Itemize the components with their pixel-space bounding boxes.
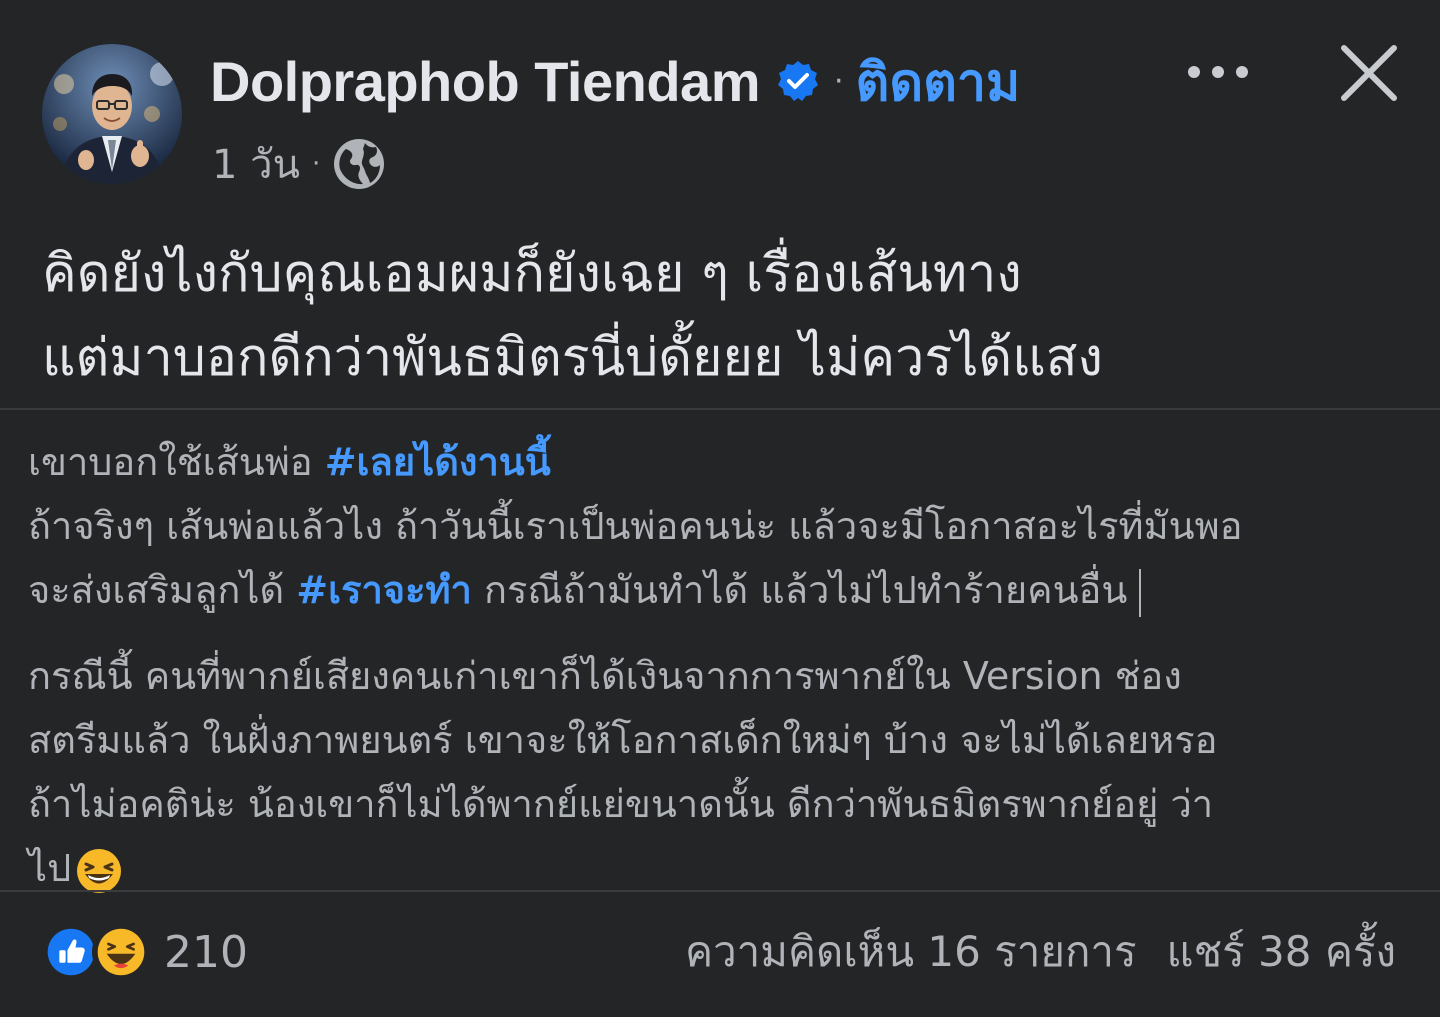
post-text-line: คิดยังไงกับคุณเอมผมก็ยังเฉย ๆ เรื่องเส้น… xyxy=(42,244,1022,304)
post-text-line: แต่มาบอกดีกว่าพันธมิตรนี่บ่ดั้ยยย ไม่ควร… xyxy=(42,328,1103,388)
post-footer: 210 ความคิดเห็น 16 รายการ แชร์ 38 ครั้ง xyxy=(0,896,1440,1017)
shared-text: กรณีถ้ามันทำได้ แล้วไม่ไปทำร้ายคนอื่น xyxy=(471,568,1128,612)
author-row: Dolpraphob Tiendam · ติดตาม xyxy=(210,46,1020,116)
separator-dot: · xyxy=(834,63,844,99)
shared-text: จะส่งเสริมลูกได้ xyxy=(28,568,297,612)
reaction-count: 210 xyxy=(164,926,248,978)
shares-count-link[interactable]: แชร์ 38 ครั้ง xyxy=(1167,919,1396,985)
follow-button[interactable]: ติดตาม xyxy=(856,40,1021,123)
haha-reaction-icon xyxy=(92,923,150,981)
comments-count-link[interactable]: ความคิดเห็น 16 รายการ xyxy=(685,919,1137,985)
laughing-emoji xyxy=(77,848,122,893)
reactions-summary[interactable]: 210 xyxy=(42,922,248,982)
author-name[interactable]: Dolpraphob Tiendam xyxy=(210,49,761,114)
shared-line: ถ้าไม่อคติน่ะ น้องเขาก็ไม่ได้พากย์แย่ขนา… xyxy=(28,782,1214,826)
shared-post-text: เขาบอกใช้เส้นพ่อ #เลยได้งานนี้ ถ้าจริงๆ … xyxy=(28,430,1428,900)
close-icon xyxy=(1341,45,1397,101)
more-dot-icon xyxy=(1236,66,1248,78)
shared-line: กรณีนี้ คนที่พากย์เสียงคนเก่าเขาก็ได้เงิ… xyxy=(28,654,1182,698)
close-button[interactable] xyxy=(1336,40,1402,106)
hashtag-link[interactable]: #เลยได้งานนี้ xyxy=(325,440,551,484)
avatar-photo xyxy=(42,44,182,184)
globe-icon xyxy=(334,139,385,189)
post-stats: ความคิดเห็น 16 รายการ แชร์ 38 ครั้ง xyxy=(685,922,1396,982)
more-options-button[interactable] xyxy=(1178,50,1258,94)
hashtag-link[interactable]: #เราจะทำ xyxy=(296,568,472,612)
divider xyxy=(0,890,1440,892)
more-dot-icon xyxy=(1212,66,1224,78)
post-time[interactable]: 1 วัน xyxy=(212,132,300,196)
text-cursor xyxy=(1139,568,1142,617)
shared-line: สตรีมแล้ว ในฝั่งภาพยนตร์ เขาจะให้โอกาสเด… xyxy=(28,718,1218,762)
meta-separator: · xyxy=(311,149,321,179)
shared-text: เขาบอกใช้เส้นพ่อ xyxy=(28,440,325,484)
shared-line: จะส่งเสริมลูกได้ #เราจะทำ กรณีถ้ามันทำได… xyxy=(28,558,1428,622)
divider xyxy=(0,408,1440,410)
shared-text: ไป xyxy=(28,846,72,890)
shared-line: เขาบอกใช้เส้นพ่อ #เลยได้งานนี้ xyxy=(28,430,1428,494)
post-meta: 1 วัน · xyxy=(212,136,386,192)
author-avatar[interactable] xyxy=(42,44,182,184)
post-text: คิดยังไงกับคุณเอมผมก็ยังเฉย ๆ เรื่องเส้น… xyxy=(42,232,1402,400)
shared-line: ถ้าจริงๆ เส้นพ่อแล้วไง ถ้าวันนี้เราเป็นพ… xyxy=(28,504,1243,548)
shared-paragraph: กรณีนี้ คนที่พากย์เสียงคนเก่าเขาก็ได้เงิ… xyxy=(28,644,1428,900)
verified-badge-icon xyxy=(776,59,820,103)
post-viewer: Dolpraphob Tiendam · ติดตาม 1 วัน · คิดย… xyxy=(0,0,1440,1017)
more-dot-icon xyxy=(1188,66,1200,78)
